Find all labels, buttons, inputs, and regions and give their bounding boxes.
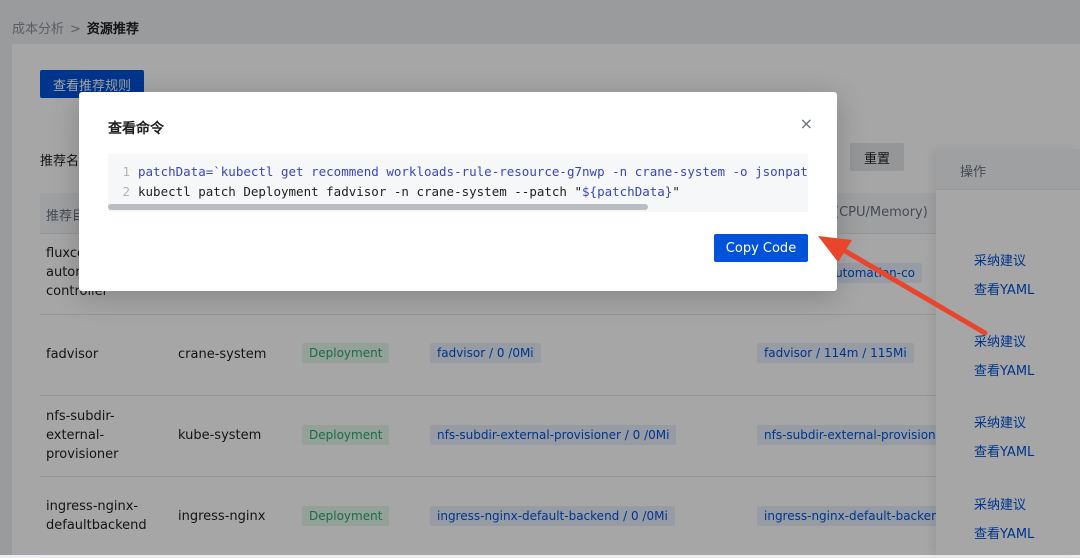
annotation-arrow-icon	[818, 236, 988, 336]
